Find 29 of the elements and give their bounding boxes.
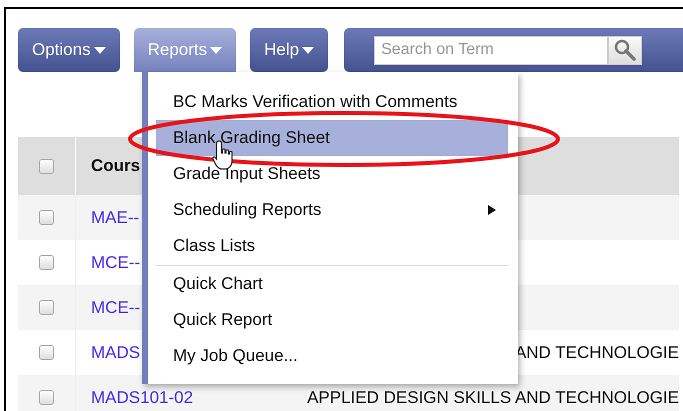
course-link[interactable]: MCE-- [76,285,140,330]
checkbox[interactable] [39,255,54,270]
checkbox[interactable] [39,300,54,315]
menu-item[interactable]: Quick Chart [156,266,508,302]
menu-item[interactable]: Class Lists [156,228,508,264]
course-link[interactable]: MADS [76,330,140,375]
search-field[interactable]: Search on Term [374,36,608,64]
search-button[interactable] [608,36,642,64]
menu-item[interactable]: Blank Grading Sheet [156,120,508,156]
menu-item[interactable]: BC Marks Verification with Comments [156,84,508,120]
caret-icon [302,46,314,54]
menu-item[interactable]: Quick Report [156,302,508,338]
course-link[interactable]: MAE-- [76,195,140,240]
checkbox[interactable] [39,345,54,360]
menu-item[interactable]: Grade Input Sheets [156,156,508,192]
menu-button[interactable]: Help [250,28,328,72]
course-link[interactable]: MCE-- [76,240,140,285]
menu-button[interactable]: Options [18,28,120,72]
table-cell-text: APPLIED DESIGN SKILLS AND TECHNOLOGIE [307,386,679,408]
search-icon [614,39,636,61]
checkbox[interactable] [39,210,54,225]
checkbox[interactable] [39,158,54,174]
menu-item[interactable]: My Job Queue... [156,338,508,374]
menu-item[interactable]: Scheduling Reports [156,192,508,228]
caret-icon [210,46,222,54]
course-link[interactable]: MADS101-02 [76,375,194,411]
column-header: Cours [90,155,140,177]
checkbox[interactable] [39,390,54,405]
caret-icon [94,46,106,54]
